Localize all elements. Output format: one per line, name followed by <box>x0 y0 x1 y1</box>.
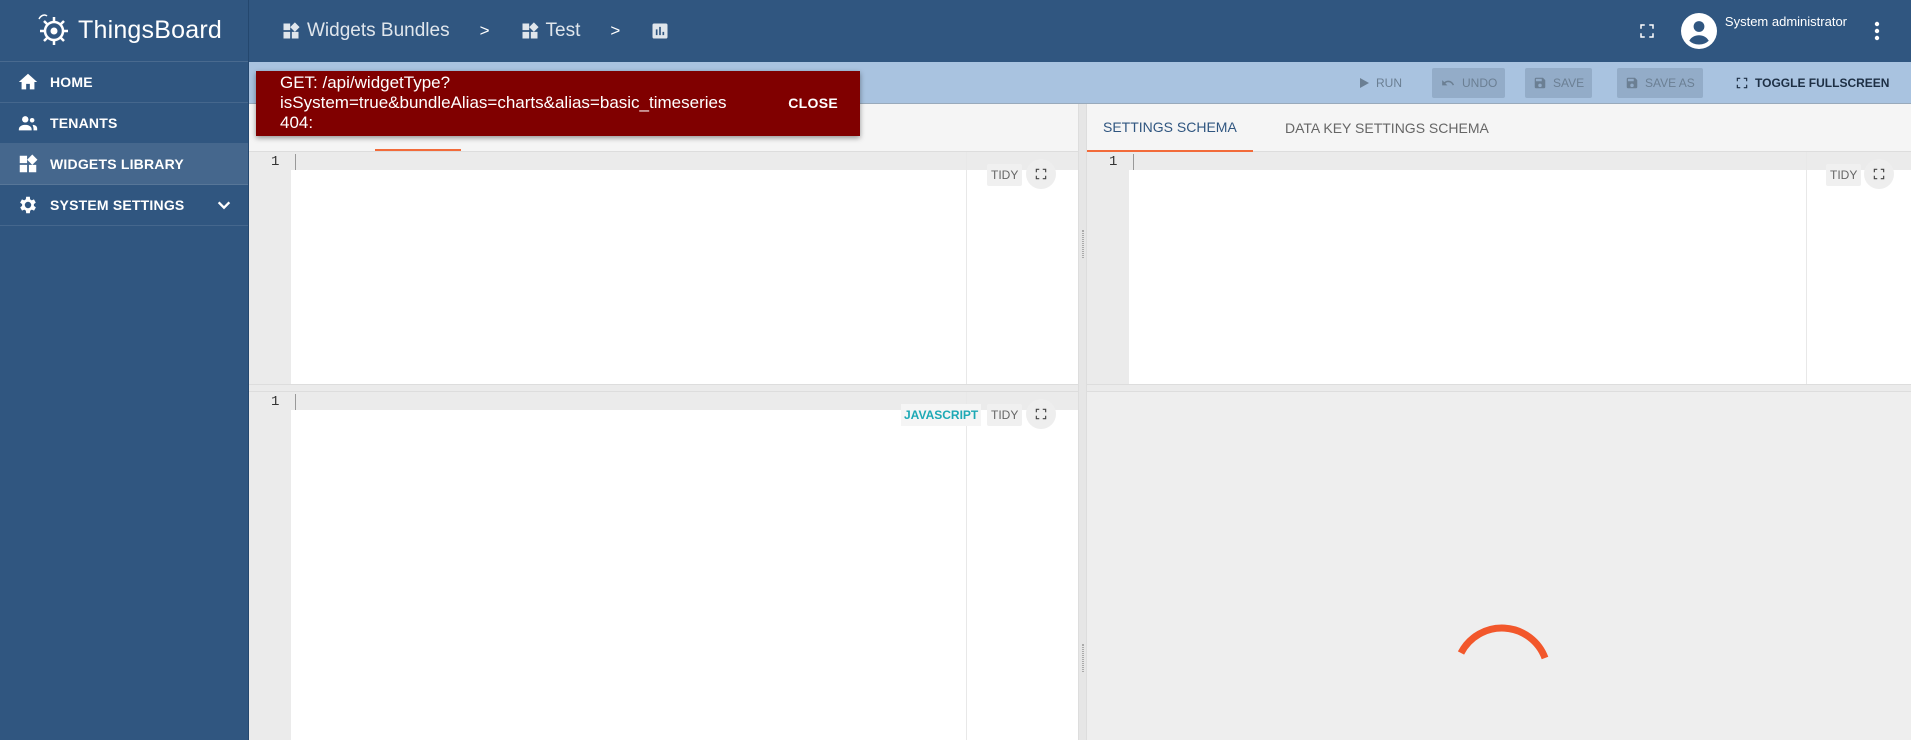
play-icon <box>1360 78 1369 88</box>
breadcrumb-label: Widgets Bundles <box>307 20 450 41</box>
fullscreen-button[interactable] <box>1627 11 1667 51</box>
toast-message-line: 404: <box>280 113 314 132</box>
widgets-icon <box>283 22 300 39</box>
breadcrumb-label: Test <box>545 20 581 41</box>
vertical-splitter[interactable] <box>1078 104 1087 740</box>
text-cursor <box>295 154 296 170</box>
sidebar-item-label: TENANTS <box>50 115 118 131</box>
toggle-fullscreen-label: TOGGLE FULLSCREEN <box>1755 76 1890 90</box>
line-number: 1 <box>271 154 280 170</box>
breadcrumb: Widgets Bundles > Test > <box>281 0 676 62</box>
splitter-handle <box>1082 230 1084 258</box>
chevron-down-icon[interactable] <box>216 197 232 218</box>
right-tab-bar: SETTINGS SCHEMA DATA KEY SETTINGS SCHEMA <box>1087 104 1911 152</box>
active-line <box>249 152 1078 170</box>
active-line <box>1087 152 1911 170</box>
settings-schema-editor[interactable]: 1 TIDY <box>1087 152 1911 384</box>
editor-gutter <box>249 392 291 740</box>
tidy-button[interactable]: TIDY <box>987 404 1023 426</box>
breadcrumb-item-test[interactable]: Test <box>520 20 581 42</box>
tab-settings-schema[interactable]: SETTINGS SCHEMA <box>1087 104 1253 152</box>
tab-data-key-settings-schema[interactable]: DATA KEY SETTINGS SCHEMA <box>1269 104 1505 152</box>
save-button[interactable]: SAVE <box>1525 68 1593 98</box>
undo-button[interactable]: UNDO <box>1432 68 1506 98</box>
undo-icon <box>1442 80 1455 86</box>
breadcrumb-separator: > <box>610 21 621 40</box>
splitter-handle <box>1082 644 1084 672</box>
top-right-controls: System administrator <box>1627 0 1911 62</box>
sidebar-item-label: HOME <box>50 74 93 90</box>
sidebar-item-label: SYSTEM SETTINGS <box>50 197 185 213</box>
breadcrumb-separator: > <box>479 21 490 40</box>
editor-gutter <box>249 152 291 384</box>
fullscreen-icon <box>1873 168 1885 180</box>
fullscreen-icon <box>1640 24 1654 38</box>
toast-close-button[interactable]: CLOSE <box>788 95 838 111</box>
language-label: JAVASCRIPT <box>901 404 982 426</box>
text-cursor <box>1133 154 1134 170</box>
active-tab-indicator <box>375 149 461 151</box>
app-name: ThingsBoard <box>78 16 222 44</box>
fullscreen-icon <box>1035 408 1047 420</box>
run-button[interactable]: RUN <box>1350 68 1410 98</box>
save-as-label: SAVE AS <box>1645 76 1695 90</box>
fullscreen-icon <box>1736 77 1748 89</box>
toggle-fullscreen-button[interactable]: TOGGLE FULLSCREEN <box>1727 68 1897 98</box>
save-icon <box>1534 77 1546 89</box>
horizontal-splitter[interactable] <box>1087 384 1911 392</box>
expand-editor-button[interactable] <box>1864 159 1894 189</box>
line-number: 1 <box>271 394 280 410</box>
loading-spinner-icon <box>1457 624 1549 660</box>
expand-editor-button[interactable] <box>1026 399 1056 429</box>
line-number: 1 <box>1109 154 1118 170</box>
avatar[interactable] <box>1680 13 1717 49</box>
thingsboard-logo-icon <box>38 13 68 45</box>
sidebar-item-system-settings[interactable]: SYSTEM SETTINGS <box>0 185 248 226</box>
logo[interactable]: ThingsBoard <box>0 0 248 62</box>
widget-preview <box>1087 392 1911 740</box>
toast-message-line: isSystem=true&bundleAlias=charts&alias=b… <box>280 93 727 112</box>
user-name[interactable]: System administrator <box>1725 14 1847 29</box>
widgets-icon <box>16 152 40 176</box>
widgets-icon <box>522 22 539 39</box>
fullscreen-icon <box>1035 168 1047 180</box>
breadcrumb-item-widget <box>650 21 676 41</box>
text-cursor <box>295 394 296 410</box>
horizontal-splitter[interactable] <box>249 384 1078 392</box>
sidebar-item-label: WIDGETS LIBRARY <box>50 156 184 172</box>
expand-editor-button[interactable] <box>1026 159 1056 189</box>
home-icon <box>16 70 40 94</box>
toast-message: GET: /api/widgetType? isSystem=true&bund… <box>280 73 775 133</box>
editor-gutter <box>1087 152 1129 384</box>
print-margin <box>966 152 967 384</box>
breadcrumb-item-widgets-bundles[interactable]: Widgets Bundles <box>281 20 450 42</box>
save-icon <box>1626 77 1638 89</box>
print-margin <box>1806 152 1807 384</box>
more-vert-icon[interactable] <box>1865 11 1889 51</box>
sidebar-item-widgets-library[interactable]: WIDGETS LIBRARY <box>0 144 248 185</box>
save-as-button[interactable]: SAVE AS <box>1617 68 1703 98</box>
resources-editor[interactable]: 1 TIDY <box>249 152 1078 384</box>
undo-label: UNDO <box>1462 76 1498 90</box>
run-label: RUN <box>1376 76 1402 90</box>
people-icon <box>16 111 40 135</box>
tidy-button[interactable]: TIDY <box>987 164 1023 186</box>
chart-icon <box>652 23 668 39</box>
widget-editor-page: ThingsBoard HOME TENANTS WIDGETS LIBRARY… <box>0 0 1911 740</box>
top-bar: Widgets Bundles > Test > System administ… <box>249 0 1911 62</box>
error-toast: GET: /api/widgetType? isSystem=true&bund… <box>256 71 860 136</box>
print-margin <box>966 392 967 740</box>
tidy-button[interactable]: TIDY <box>1826 164 1862 186</box>
gear-icon <box>16 193 40 217</box>
save-label: SAVE <box>1553 76 1585 90</box>
toast-message-line: GET: /api/widgetType? <box>280 73 451 92</box>
javascript-editor[interactable]: 1 JAVASCRIPT TIDY <box>249 392 1078 740</box>
sidebar: ThingsBoard HOME TENANTS WIDGETS LIBRARY… <box>0 0 249 740</box>
sidebar-item-tenants[interactable]: TENANTS <box>0 103 248 144</box>
sidebar-item-home[interactable]: HOME <box>0 62 248 103</box>
